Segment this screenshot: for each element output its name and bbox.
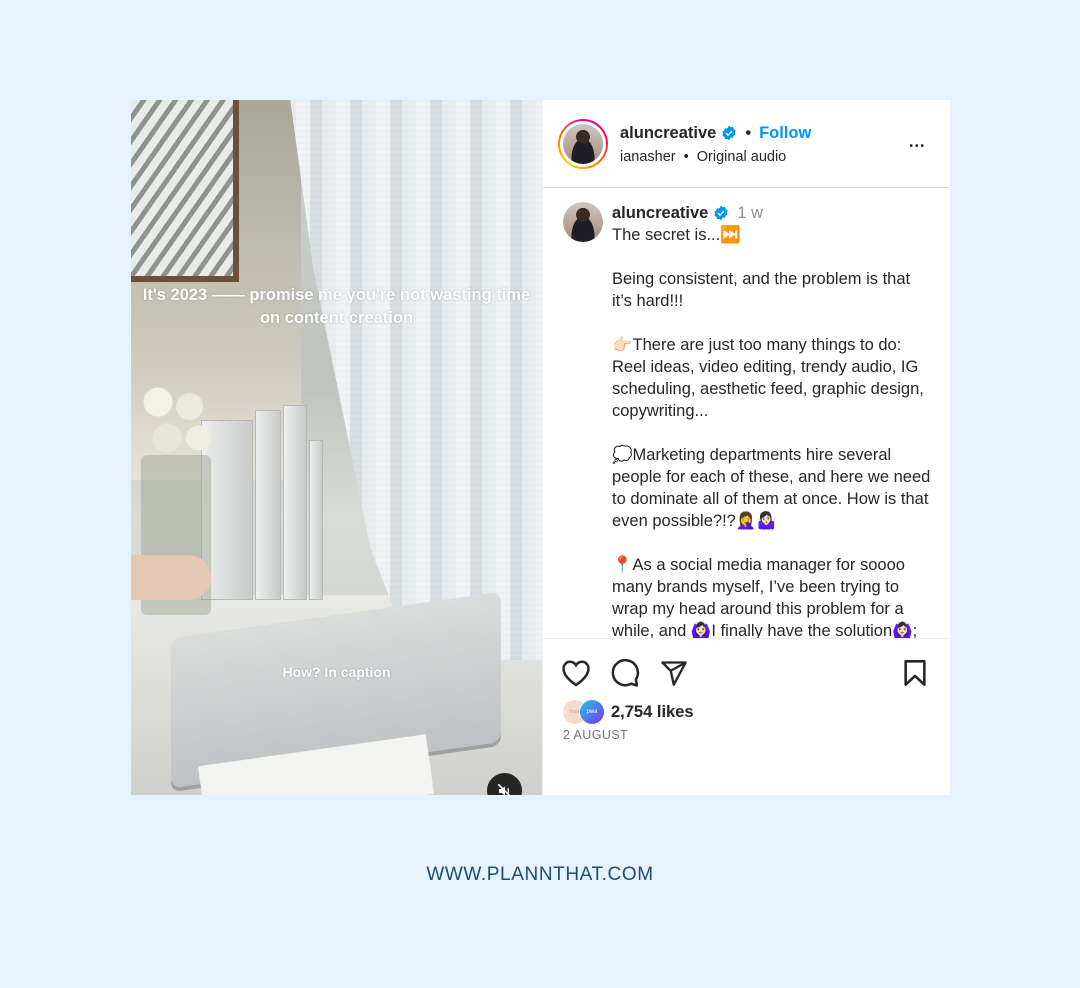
audio-label[interactable]: Original audio	[697, 149, 786, 165]
video-hand	[131, 555, 211, 600]
author-avatar[interactable]	[558, 118, 608, 169]
video-flowers	[131, 375, 221, 465]
more-options-button[interactable]: •••	[909, 132, 926, 157]
video-wall-art	[131, 100, 239, 282]
more-options-icon: •••	[909, 141, 926, 152]
video-overlay-subtitle: How? In caption	[282, 664, 391, 680]
follow-button[interactable]: Follow	[759, 123, 811, 143]
heart-icon	[562, 660, 590, 687]
separator-dot: •	[745, 123, 752, 142]
caption-paragraph: Being consistent, and the problem is tha…	[612, 270, 911, 310]
speaker-muted-icon	[497, 783, 511, 795]
verified-badge-icon	[714, 205, 728, 221]
post-actions: founr pwa 2,754 likes 2 AUGUST starr stu…	[543, 638, 950, 795]
caption-section: aluncreative 1 w The secret is...⏭️ Bein…	[543, 188, 950, 638]
video-overlay-title: It's 2023 —— promise me you're not wasti…	[142, 286, 531, 327]
liker-avatar[interactable]: pwa	[579, 699, 605, 725]
audio-author[interactable]: ianasher	[620, 149, 676, 165]
comment-bubble-icon	[611, 658, 640, 687]
post-date: 2 AUGUST	[563, 728, 629, 742]
instagram-post: It's 2023 —— promise me you're not wasti…	[131, 100, 950, 795]
caption-author-avatar[interactable]	[563, 202, 603, 242]
author-username[interactable]: aluncreative	[620, 123, 716, 143]
post-time-ago[interactable]: 1 w	[737, 202, 763, 224]
caption-paragraph: The secret is...⏭️	[612, 226, 741, 244]
caption-paragraph: 📍As a social media manager for soooo man…	[612, 556, 918, 638]
likes-count[interactable]: 2,754 likes	[611, 703, 694, 722]
separator-dot: •	[683, 148, 689, 165]
post-details-panel: aluncreative • Follow ianasher • Origina…	[542, 100, 950, 795]
caption-username[interactable]: aluncreative	[612, 202, 708, 224]
verified-badge-icon	[722, 125, 736, 140]
comment-button[interactable]	[609, 657, 641, 689]
paper-plane-icon	[661, 661, 687, 686]
website-link[interactable]: WWW.PLANNTHAT.COM	[0, 864, 1080, 886]
post-header: aluncreative • Follow ianasher • Origina…	[543, 100, 950, 188]
reel-video[interactable]: It's 2023 —— promise me you're not wasti…	[131, 100, 542, 795]
caption-paragraph: 👉🏻There are just too many things to do: …	[612, 336, 924, 420]
like-button[interactable]	[560, 657, 592, 689]
bookmark-icon	[904, 660, 926, 686]
share-button[interactable]	[658, 657, 690, 689]
caption-paragraph: 💭Marketing departments hire several peop…	[612, 446, 931, 530]
save-button[interactable]	[899, 657, 931, 689]
